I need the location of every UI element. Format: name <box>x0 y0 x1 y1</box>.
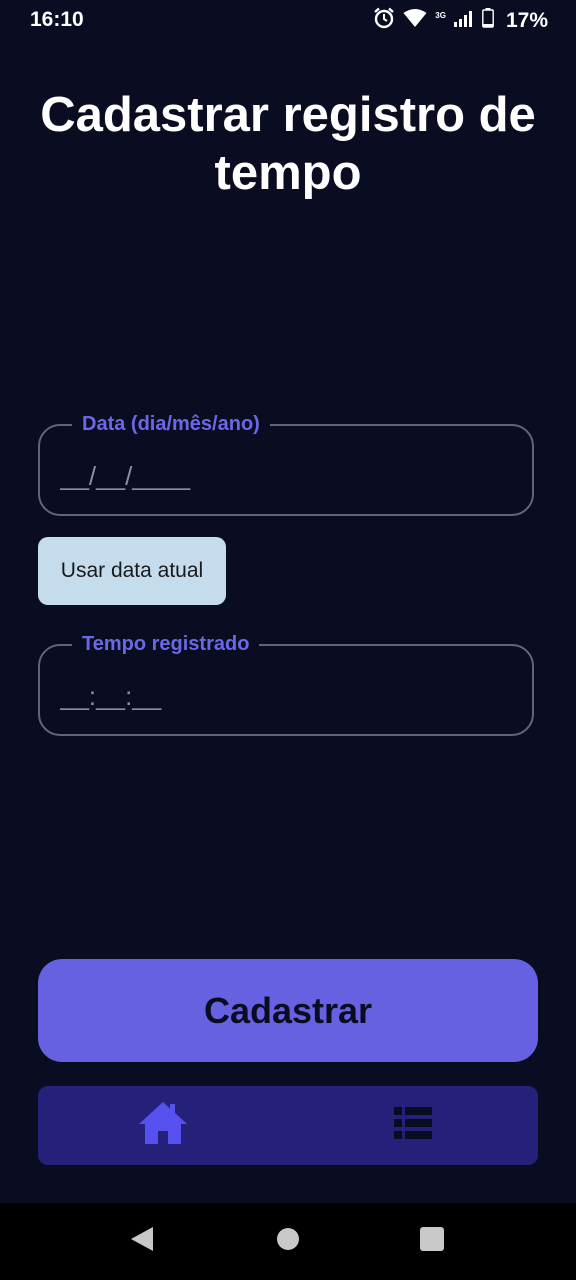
nav-home-button[interactable] <box>268 1221 308 1261</box>
time-field: Tempo registrado <box>38 632 534 736</box>
alarm-icon <box>373 7 395 34</box>
status-bar: 16:10 3G 17% <box>0 0 576 40</box>
tab-home[interactable] <box>38 1086 288 1165</box>
home-icon <box>138 1100 188 1151</box>
time-field-label: Tempo registrado <box>72 632 260 656</box>
battery-icon <box>482 8 494 33</box>
battery-percent: 17% <box>505 8 548 32</box>
date-field: Data (dia/mês/ano) <box>38 412 534 516</box>
date-input[interactable] <box>60 456 500 496</box>
signal-icon <box>453 9 474 32</box>
network-type: 3G <box>435 11 446 20</box>
nav-recents-button[interactable] <box>412 1221 452 1261</box>
list-icon <box>394 1107 432 1144</box>
time-input[interactable] <box>60 676 500 716</box>
submit-button[interactable]: Cadastrar <box>38 959 538 1062</box>
home-circle-icon <box>275 1226 301 1257</box>
nav-back-button[interactable] <box>122 1221 162 1261</box>
recents-square-icon <box>420 1226 444 1256</box>
tab-list[interactable] <box>288 1086 538 1165</box>
use-today-button[interactable]: Usar data atual <box>38 537 226 605</box>
back-triangle-icon <box>129 1225 155 1258</box>
page-title: Cadastrar registro de tempo <box>40 88 536 200</box>
system-nav-bar <box>0 1203 576 1280</box>
status-icons: 3G 17% <box>373 7 548 34</box>
status-time: 16:10 <box>30 8 84 31</box>
bottom-tab-bar <box>38 1086 538 1165</box>
wifi-icon <box>403 8 427 33</box>
app-screen: 16:10 3G 17% Cadastrar registro de tempo… <box>0 0 576 1280</box>
date-field-label: Data (dia/mês/ano) <box>72 412 270 436</box>
